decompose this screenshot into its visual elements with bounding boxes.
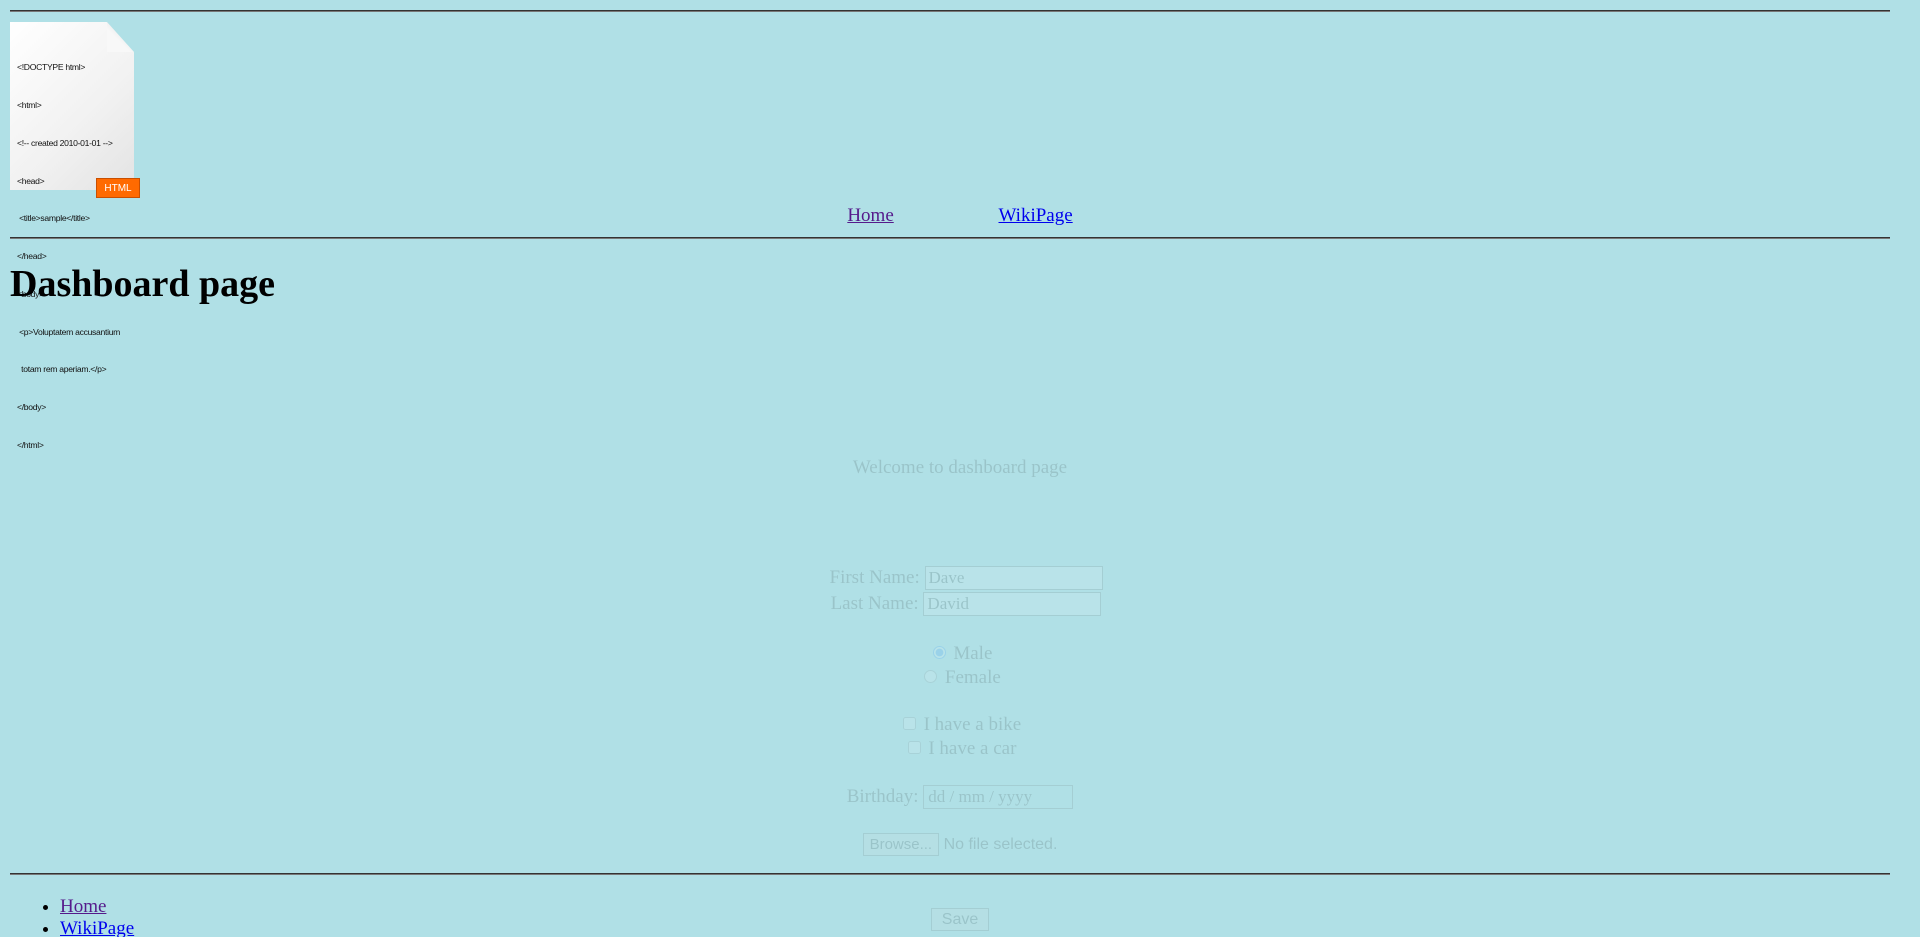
footer-nav-item: Home — [60, 896, 134, 918]
page: <!DOCTYPE html> <html> <!-- created 2010… — [0, 0, 1920, 937]
last-name-label: Last Name: — [830, 593, 919, 614]
footer-divider — [10, 873, 1890, 875]
file-status: No file selected. — [943, 836, 1058, 853]
file-upload-row: Browse... No file selected. — [0, 833, 1920, 856]
bike-row: I have a bike — [0, 714, 1920, 736]
welcome-text: Welcome to dashboard page — [852, 457, 1068, 478]
save-row: Save — [0, 908, 1920, 931]
last-name-input[interactable] — [923, 592, 1102, 616]
footer-link-home[interactable]: Home — [60, 896, 106, 917]
save-button[interactable]: Save — [930, 908, 990, 931]
bike-checkbox[interactable] — [902, 717, 916, 730]
gender-female-radio[interactable] — [924, 670, 938, 683]
dashboard-form-area: Welcome to dashboard page First Name: La… — [0, 0, 1920, 937]
birthday-row: Birthday: dd / mm / yyyy — [0, 785, 1920, 809]
first-name-input[interactable] — [924, 566, 1103, 590]
bike-label: I have a bike — [923, 714, 1022, 735]
browse-button[interactable]: Browse... — [862, 833, 940, 856]
footer-nav-item: WikiPage — [60, 918, 134, 937]
gender-male-radio[interactable] — [932, 646, 946, 659]
first-name-label: First Name: — [829, 567, 920, 588]
birthday-input[interactable]: dd / mm / yyyy — [923, 785, 1074, 809]
footer-nav: Home WikiPage — [10, 896, 134, 937]
last-name-row: Last Name: — [0, 592, 1920, 616]
car-row: I have a car — [0, 738, 1920, 760]
gender-male-row: Male — [0, 643, 1920, 665]
gender-female-label: Female — [944, 667, 1001, 688]
gender-female-row: Female — [0, 667, 1920, 689]
car-label: I have a car — [928, 738, 1017, 759]
footer-link-wikipage[interactable]: WikiPage — [60, 918, 134, 937]
first-name-row: First Name: — [0, 566, 1920, 590]
car-checkbox[interactable] — [907, 741, 921, 754]
birthday-label: Birthday: — [846, 786, 919, 807]
gender-male-label: Male — [953, 643, 993, 664]
